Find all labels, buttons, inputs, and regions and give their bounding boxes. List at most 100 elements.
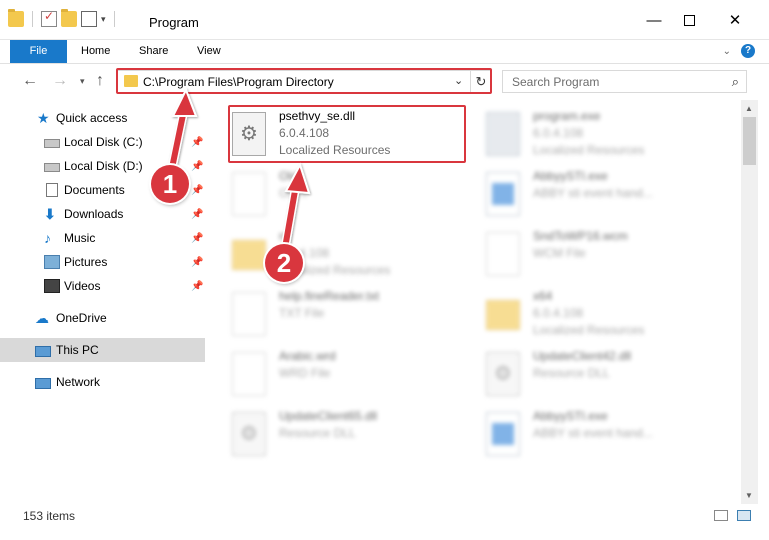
file-item[interactable]: UpdateClient65.dll Resource DLL bbox=[228, 406, 466, 462]
file-item[interactable]: help.fineReader.txt TXT File bbox=[228, 286, 466, 342]
file-item[interactable]: program.exe 6.0.4.108 Localized Resource… bbox=[482, 106, 720, 162]
pin-icon[interactable]: 📌 bbox=[191, 209, 203, 220]
file-item[interactable]: UpdateClient42.dll Resource DLL bbox=[482, 346, 720, 402]
sidebar-item-local-disk-c[interactable]: Local Disk (C:) 📌 bbox=[0, 130, 205, 154]
file-version: 6.0.4.108 bbox=[533, 306, 584, 320]
sidebar-item-label: Videos bbox=[64, 279, 101, 293]
back-arrow-icon[interactable]: ← bbox=[22, 72, 38, 90]
sidebar-item-downloads[interactable]: ⬇ Downloads 📌 bbox=[0, 202, 205, 226]
sidebar-item-label: Local Disk (D:) bbox=[64, 159, 143, 173]
file-item[interactable]: AbbyySTI.exe ABBY sti event hand... bbox=[482, 166, 720, 222]
sidebar-item-onedrive[interactable]: ☁ OneDrive bbox=[0, 306, 205, 330]
file-name: AbbyySTI.exe bbox=[533, 169, 608, 183]
sidebar-item-label: Music bbox=[64, 231, 96, 245]
file-item[interactable]: AbbyySTI.exe ABBY sti event hand... bbox=[482, 406, 720, 462]
help-icon[interactable]: ? bbox=[741, 44, 755, 58]
folder-icon bbox=[232, 240, 266, 270]
pin-icon[interactable]: 📌 bbox=[191, 233, 203, 244]
sidebar-item-videos[interactable]: Videos 📌 bbox=[0, 274, 205, 298]
item-count: 153 items bbox=[23, 509, 76, 523]
new-folder-icon[interactable] bbox=[61, 9, 77, 27]
file-type: Old fi bbox=[279, 186, 308, 200]
file-name: UpdateClient42.dll bbox=[533, 349, 632, 363]
file-name: Arabic.wrd bbox=[279, 349, 336, 363]
file-type: WRD File bbox=[279, 366, 331, 380]
recent-locations-icon[interactable]: ▾ bbox=[80, 76, 85, 87]
file-name: AbbyySTI.exe bbox=[533, 409, 608, 423]
maximize-button[interactable] bbox=[666, 0, 712, 40]
sidebar-item-label: Documents bbox=[64, 183, 125, 197]
file-type: Resource DLL bbox=[533, 366, 610, 380]
scroll-up-icon[interactable]: ▲ bbox=[745, 104, 753, 113]
sidebar-item-label: Pictures bbox=[64, 255, 108, 269]
tiles-view-icon[interactable] bbox=[737, 510, 751, 521]
toolbar-divider bbox=[113, 11, 115, 27]
file-icon bbox=[232, 292, 266, 336]
file-item[interactable]: Arabic.wrd WRD File bbox=[228, 346, 466, 402]
tab-file[interactable]: File bbox=[10, 40, 67, 63]
chevron-down-icon[interactable]: ▾ bbox=[101, 14, 106, 25]
pin-icon[interactable]: 📌 bbox=[191, 257, 203, 268]
pictures-icon bbox=[44, 255, 60, 269]
tab-home[interactable]: Home bbox=[68, 40, 123, 63]
scroll-thumb[interactable] bbox=[743, 117, 756, 165]
tab-share[interactable]: Share bbox=[126, 40, 181, 63]
callout-one: 1 bbox=[151, 165, 189, 203]
quick-access-toolbar: ▾ bbox=[8, 9, 119, 27]
pin-icon[interactable]: 📌 bbox=[191, 281, 203, 292]
videos-icon bbox=[44, 279, 60, 293]
search-placeholder: Search Program bbox=[512, 75, 600, 89]
vertical-scrollbar[interactable]: ▲ ▼ bbox=[741, 100, 758, 504]
pin-icon[interactable]: 📌 bbox=[191, 185, 203, 196]
search-input[interactable]: Search Program ⌕ bbox=[502, 70, 747, 93]
dll-file-icon bbox=[486, 352, 520, 396]
sidebar-item-label: OneDrive bbox=[56, 311, 107, 325]
pin-icon[interactable]: 📌 bbox=[191, 137, 203, 148]
disk-icon bbox=[44, 139, 60, 148]
title-bar: ▾ Program — ✕ bbox=[0, 0, 769, 40]
sidebar-item-music[interactable]: ♪ Music 📌 bbox=[0, 226, 205, 250]
sidebar-item-this-pc[interactable]: This PC bbox=[0, 338, 205, 362]
file-description: Localized Resources bbox=[533, 143, 645, 157]
file-version: 6.0.4.108 bbox=[533, 126, 584, 140]
file-name: x64 bbox=[533, 289, 553, 303]
file-item[interactable]: ru 6.0.4.108 Localized Resources bbox=[228, 226, 466, 282]
dll-file-icon bbox=[232, 412, 266, 456]
star-icon: ★ bbox=[37, 110, 50, 126]
disk-icon bbox=[44, 163, 60, 172]
search-icon[interactable]: ⌕ bbox=[732, 74, 739, 90]
details-view-icon[interactable] bbox=[714, 510, 728, 521]
file-icon bbox=[232, 352, 266, 396]
file-item[interactable]: Old Old fi bbox=[228, 166, 466, 222]
sidebar-item-label: Downloads bbox=[64, 207, 124, 221]
file-description: ABBY sti event hand... bbox=[533, 186, 653, 200]
window-title: Program bbox=[149, 15, 199, 30]
sidebar-item-network[interactable]: Network bbox=[0, 370, 205, 394]
tab-view[interactable]: View bbox=[184, 40, 234, 63]
file-item[interactable]: x64 6.0.4.108 Localized Resources bbox=[482, 286, 720, 342]
file-icon bbox=[486, 232, 520, 276]
file-name: Old bbox=[279, 169, 298, 183]
music-icon: ♪ bbox=[44, 230, 51, 246]
status-bar: 153 items bbox=[0, 504, 769, 528]
this-pc-icon bbox=[35, 345, 51, 357]
up-arrow-icon[interactable]: ↑ bbox=[96, 72, 104, 90]
ribbon-controls: ⌄ ? bbox=[723, 44, 755, 58]
exe-file-icon bbox=[486, 112, 520, 156]
close-button[interactable]: ✕ bbox=[712, 0, 758, 40]
sidebar-item-label: This PC bbox=[56, 343, 99, 357]
expand-ribbon-icon[interactable]: ⌄ bbox=[723, 46, 731, 57]
file-type: Resource DLL bbox=[279, 426, 356, 440]
file-icon bbox=[232, 172, 266, 216]
sidebar-item-pictures[interactable]: Pictures 📌 bbox=[0, 250, 205, 274]
sidebar-item-quick-access[interactable]: ★ Quick access bbox=[0, 106, 205, 130]
address-highlight bbox=[116, 68, 492, 94]
forward-arrow-icon[interactable]: → bbox=[52, 72, 68, 90]
pin-icon[interactable]: 📌 bbox=[191, 161, 203, 172]
customize-toolbar-icon[interactable] bbox=[81, 11, 97, 27]
file-item[interactable]: SndToWP16.wcm WCM File bbox=[482, 226, 720, 282]
folder-icon[interactable] bbox=[8, 9, 24, 27]
ribbon-tabs: File Home Share View ⌄ ? bbox=[0, 40, 769, 64]
properties-check-icon[interactable] bbox=[41, 9, 57, 27]
scroll-down-icon[interactable]: ▼ bbox=[745, 491, 753, 500]
